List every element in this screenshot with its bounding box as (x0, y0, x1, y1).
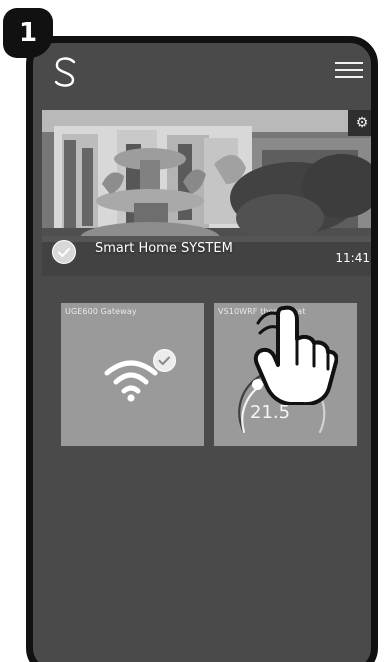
app-header (33, 43, 371, 103)
instruction-illustration: 1 ⚙ Smart Home SYSTEM 11:41 UGE600 Gatew… (0, 0, 385, 662)
swirl-s-logo-icon (54, 57, 76, 87)
gateway-tile-title: UGE600 Gateway (65, 307, 137, 316)
banner-time: 11:41 (335, 251, 370, 265)
tap-hand-icon (253, 305, 338, 405)
banner-title: Smart Home SYSTEM (95, 241, 233, 256)
step-badge: 1 (3, 8, 53, 58)
check-circle-icon (52, 240, 76, 264)
menu-line (335, 62, 363, 64)
gateway-device-tile[interactable]: UGE600 Gateway (61, 303, 204, 446)
gear-icon[interactable]: ⚙ (348, 110, 371, 136)
checkmark-icon (58, 248, 70, 257)
hamburger-menu-icon[interactable] (335, 62, 363, 82)
check-circle-icon (153, 349, 176, 372)
menu-line (335, 69, 363, 71)
checkmark-icon (158, 356, 170, 365)
thermostat-temperature: 21.5 (250, 402, 291, 423)
wifi-icon (104, 360, 158, 402)
menu-line (335, 76, 363, 78)
home-system-banner[interactable]: ⚙ Smart Home SYSTEM 11:41 (42, 110, 371, 276)
